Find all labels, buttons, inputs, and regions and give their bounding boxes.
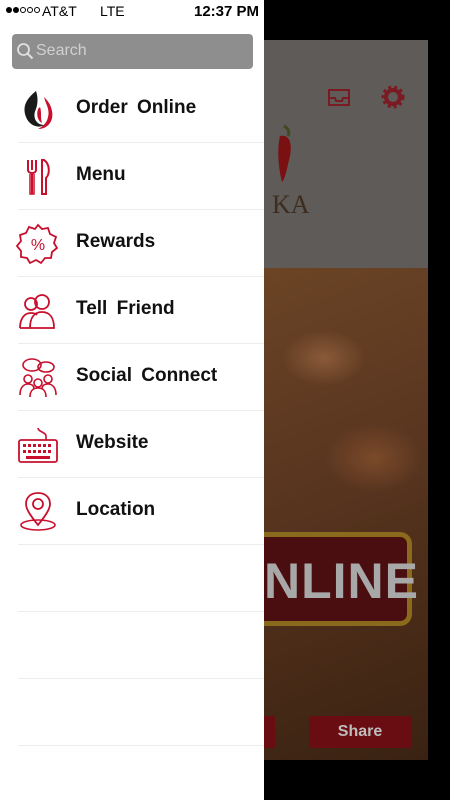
menu-item-label: Social Connect [76,365,218,386]
side-drawer: AT&T LTE 12:37 PM Search Order Online Me… [0,0,264,800]
svg-text:%: % [31,237,45,254]
order-online-banner-text: NLINE [264,553,419,609]
empty-row [0,612,264,679]
background-left-button[interactable] [264,716,275,748]
map-pin-icon [20,492,56,531]
signal-strength [6,7,40,13]
menu-item-location[interactable]: Location [0,478,264,545]
signal-dot [34,7,40,13]
search-input[interactable]: Search [12,34,253,69]
menu-item-label: Location [76,499,156,520]
menu-item-label: Order Online [76,97,197,118]
menu-item-label: Website [76,432,149,453]
signal-dot [20,7,26,13]
carrier-name: AT&T [42,3,77,19]
background-app: KA NLINE Share [264,0,450,800]
menu-item-label: Tell Friend [76,298,175,319]
menu-item-order-online[interactable]: Order Online [0,76,264,143]
search-placeholder: Search [36,42,87,59]
chili-logo-icon [278,124,291,182]
drawer-menu: Order Online Menu % Rewards Tell Friend … [0,76,264,746]
divider [18,745,264,746]
background-header: KA [264,40,428,268]
menu-item-label: Menu [76,164,126,185]
background-panel: KA NLINE Share [264,40,428,760]
menu-item-tell-friend[interactable]: Tell Friend [0,277,264,344]
flame-icon [24,91,53,129]
gear-icon[interactable] [380,84,406,110]
menu-item-website[interactable]: Website [0,411,264,478]
keyboard-icon [18,427,58,463]
menu-item-menu[interactable]: Menu [0,143,264,210]
fork-knife-icon [27,159,50,195]
network-type: LTE [100,3,125,19]
logo-text: KA [272,190,310,219]
menu-item-label: Rewards [76,231,156,252]
signal-dot [6,7,12,13]
empty-row [0,679,264,746]
signal-dot [27,7,33,13]
social-chat-icon [19,358,57,398]
empty-row [0,545,264,612]
status-time: 12:37 PM [194,3,260,20]
status-bar: AT&T LTE 12:37 PM [0,0,264,24]
users-icon [19,294,55,329]
signal-dot [13,7,19,13]
percent-badge-icon: % [16,223,59,265]
share-button[interactable]: Share [309,716,411,748]
search-icon [17,43,34,60]
inbox-icon[interactable] [326,84,352,110]
menu-item-social-connect[interactable]: Social Connect [0,344,264,411]
menu-item-rewards[interactable]: % Rewards [0,210,264,277]
food-photo [264,268,428,760]
